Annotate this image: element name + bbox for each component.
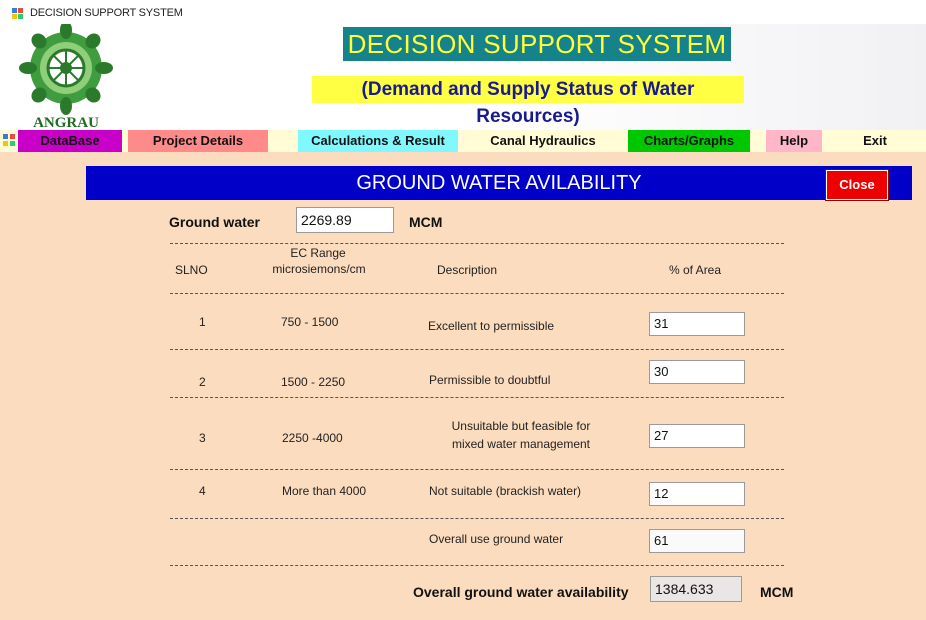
app-title: DECISION SUPPORT SYSTEM <box>343 27 731 61</box>
menu-help[interactable]: Help <box>766 130 822 152</box>
table-divider <box>170 565 784 566</box>
row-2-area-input[interactable]: 30 <box>649 360 745 384</box>
row-3-slno: 3 <box>199 431 206 445</box>
row-2-ec-range: 1500 - 2250 <box>281 375 346 389</box>
row-3-description-line1: Unsuitable but feasible for <box>451 419 591 433</box>
menu-canal-hydraulics[interactable]: Canal Hydraulics <box>474 130 612 152</box>
app-subtitle: (Demand and Supply Status of Water Resou… <box>312 76 744 127</box>
form-title: GROUND WATER AVILABILITY <box>356 172 642 194</box>
close-button[interactable]: Close <box>826 170 888 200</box>
col-header-slno: SLNO <box>175 263 208 277</box>
table-divider <box>170 397 784 398</box>
row-2-description: Permissible to doubtful <box>429 373 551 387</box>
col-header-ec-unit: microsiemons/cm <box>272 262 366 276</box>
row-4-ec-range: More than 4000 <box>282 484 367 498</box>
form-banner: GROUND WATER AVILABILITY <box>86 166 912 200</box>
row-3-area-input[interactable]: 27 <box>649 424 745 448</box>
table-divider <box>170 349 784 350</box>
col-header-area: % of Area <box>669 263 722 277</box>
row-1-ec-range: 750 - 1500 <box>281 315 339 329</box>
table-divider <box>170 518 784 519</box>
row-4-area-input[interactable]: 12 <box>649 482 745 506</box>
col-header-ec-range: EC Range <box>290 246 346 260</box>
table-divider <box>170 243 784 244</box>
row-4-slno: 4 <box>199 484 206 498</box>
row-3-description-line2: mixed water management <box>451 437 591 451</box>
menu-charts-graphs[interactable]: Charts/Graphs <box>628 130 750 152</box>
row-1-area-input[interactable]: 31 <box>649 312 745 336</box>
col-header-description: Description <box>437 263 498 277</box>
ground-water-unit: MCM <box>409 214 443 230</box>
menu-project-details[interactable]: Project Details <box>128 130 268 152</box>
row-4-description: Not suitable (brackish water) <box>429 484 582 498</box>
row-3-ec-range: 2250 -4000 <box>282 431 343 445</box>
table-divider <box>170 469 784 470</box>
row-1-description: Excellent to permissible <box>428 319 555 333</box>
overall-use-label: Overall use ground water <box>429 532 564 546</box>
ground-water-input[interactable]: 2269.89 <box>296 207 394 233</box>
overall-availability-label: Overall ground water availability <box>413 584 629 600</box>
row-1-slno: 1 <box>199 315 206 329</box>
svg-text:ANGRAU: ANGRAU <box>33 115 99 130</box>
table-divider <box>170 293 784 294</box>
form-system-menu-icon[interactable] <box>2 133 16 147</box>
menu-database[interactable]: DataBase <box>18 130 122 152</box>
overall-use-field[interactable]: 61 <box>649 529 745 553</box>
angrau-logo: ANGRAU <box>19 24 113 130</box>
ground-water-label: Ground water <box>169 214 261 230</box>
menu-exit[interactable]: Exit <box>840 130 910 152</box>
menu-calculations-result[interactable]: Calculations & Result <box>298 130 458 152</box>
row-2-slno: 2 <box>199 375 206 389</box>
window-title: DECISION SUPPORT SYSTEM <box>30 7 183 19</box>
overall-availability-unit: MCM <box>760 584 794 600</box>
app-window-icon <box>12 8 23 19</box>
overall-availability-field[interactable]: 1384.633 <box>650 576 742 602</box>
